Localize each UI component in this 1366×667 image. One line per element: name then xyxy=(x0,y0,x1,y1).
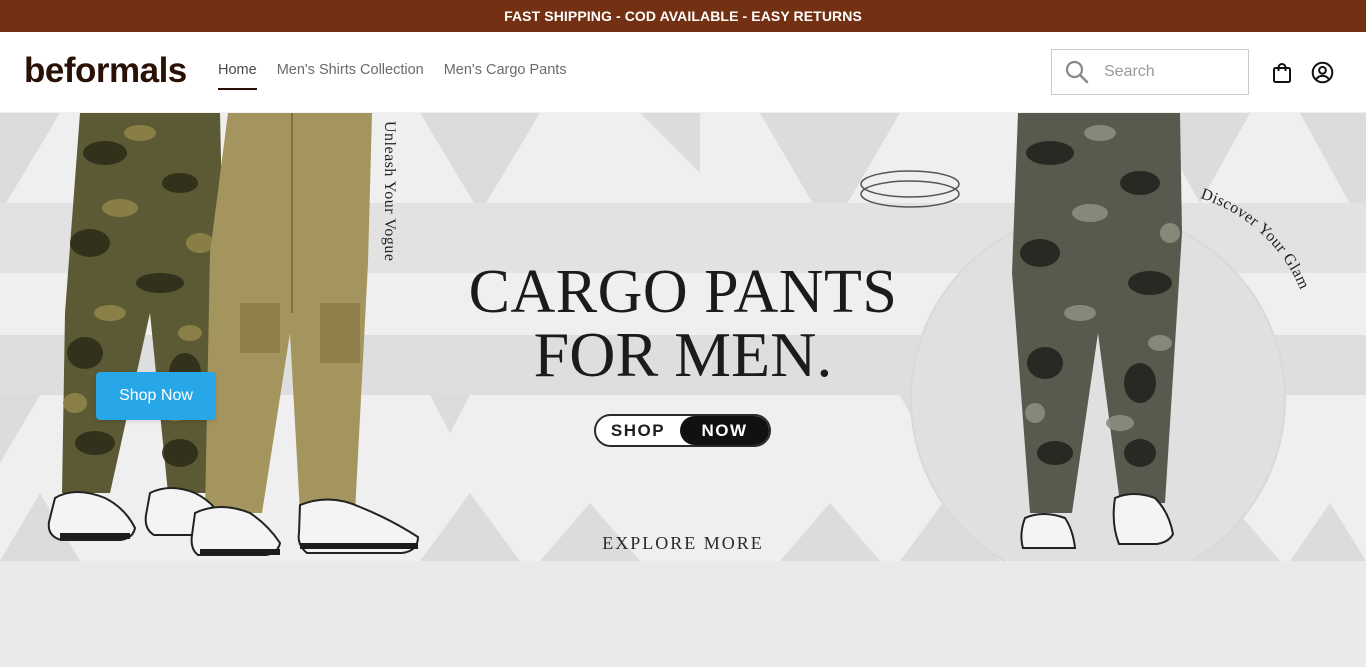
account-icon[interactable] xyxy=(1311,61,1334,84)
svg-text:Discover Your Glam: Discover Your Glam xyxy=(1199,186,1313,292)
nav-mens-cargo-pants[interactable]: Men's Cargo Pants xyxy=(444,62,567,90)
discover-your-glam-text: Discover Your Glam xyxy=(1199,186,1312,292)
pill-shop-label: SHOP xyxy=(610,420,666,440)
explore-more-link[interactable]: EXPLORE MORE xyxy=(560,533,806,554)
curved-text: Discover Your Glam xyxy=(1199,186,1313,292)
hero-banner[interactable]: Unleash Your Vogue Discover Your Glam CA… xyxy=(0,113,1366,561)
khaki-pants-image xyxy=(205,113,372,513)
shopping-bag-icon[interactable] xyxy=(1271,62,1293,84)
search-icon[interactable] xyxy=(1064,59,1090,85)
announcement-text: FAST SHIPPING - COD AVAILABLE - EASY RET… xyxy=(504,8,862,24)
site-header: beformals Home Men's Shirts Collection M… xyxy=(0,32,1366,113)
hero-title-line2: FOR MEN. xyxy=(533,319,833,390)
shop-now-button[interactable]: Shop Now xyxy=(96,372,216,420)
announcement-bar: FAST SHIPPING - COD AVAILABLE - EASY RET… xyxy=(0,0,1366,32)
hero-title: CARGO PANTS FOR MEN. xyxy=(420,261,946,387)
pill-now-label: NOW xyxy=(680,416,769,445)
hero-title-line1: CARGO PANTS xyxy=(468,258,898,326)
camo-pants-left-image xyxy=(62,113,222,493)
nav-home[interactable]: Home xyxy=(218,62,257,90)
shop-now-pill-button[interactable]: SHOP NOW xyxy=(594,414,771,447)
nav-mens-shirts[interactable]: Men's Shirts Collection xyxy=(277,62,424,90)
search-input[interactable] xyxy=(1104,63,1234,81)
site-logo[interactable]: beformals xyxy=(24,51,187,91)
search-box[interactable] xyxy=(1051,49,1249,95)
main-nav: Home Men's Shirts Collection Men's Cargo… xyxy=(218,62,567,90)
unleash-your-vogue-text: Unleash Your Vogue xyxy=(381,121,398,262)
